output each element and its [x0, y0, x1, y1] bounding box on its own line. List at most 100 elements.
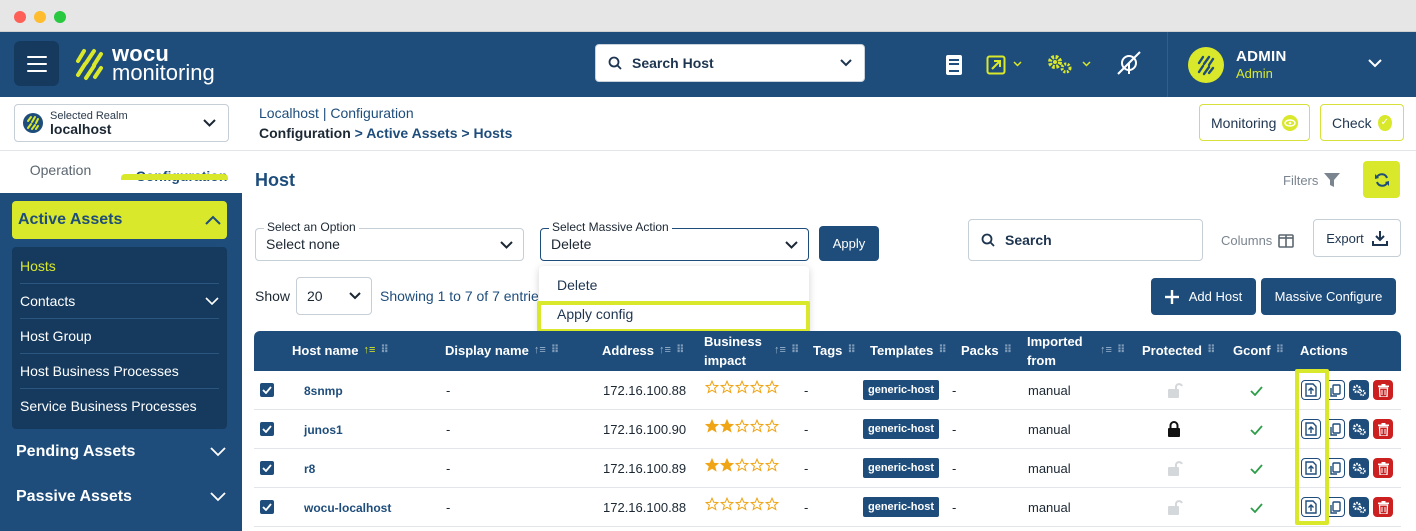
chevron-down-icon[interactable]	[1013, 61, 1022, 67]
template-badge[interactable]: generic-host	[863, 380, 940, 400]
menu-item-delete[interactable]: Delete	[557, 277, 597, 293]
user-menu[interactable]: ADMIN Admin	[1167, 32, 1416, 97]
sidebar-section-active-assets[interactable]: Active Assets	[12, 201, 227, 239]
realm-selector[interactable]: Selected Realm localhost	[14, 104, 229, 142]
sidebar-item-service-business-processes[interactable]: Service Business Processes	[20, 388, 219, 423]
drag-handle-icon[interactable]: ⠿	[1004, 341, 1013, 360]
check-button[interactable]: Check ✓	[1320, 104, 1404, 141]
tab-configuration[interactable]: Configuration	[121, 160, 242, 184]
book-icon[interactable]	[945, 54, 963, 76]
unlock-icon[interactable]	[1167, 460, 1183, 476]
row-checkbox[interactable]	[260, 461, 274, 475]
search-input[interactable]: Search	[968, 219, 1203, 261]
column-address[interactable]: Address ↑≡ ⠿	[602, 341, 684, 360]
no-signal-icon[interactable]	[1115, 49, 1143, 77]
configure-action-button[interactable]	[1349, 458, 1369, 478]
select-option-dropdown[interactable]: Select an Option Select none	[255, 220, 524, 261]
column-packs[interactable]: Packs ⠿	[961, 341, 1013, 360]
columns-button[interactable]: Columns	[1221, 233, 1295, 248]
template-badge[interactable]: generic-host	[863, 497, 940, 517]
configure-action-button[interactable]	[1349, 380, 1369, 400]
column-business-impact[interactable]: Business impact	[704, 332, 764, 370]
chevron-down-icon[interactable]	[1082, 61, 1091, 67]
drag-handle-icon[interactable]: ⠿	[847, 341, 856, 360]
column-gconf[interactable]: Gconf ⠿	[1233, 341, 1285, 360]
table-row[interactable]: junos1 - 172.16.100.90 - generic-host - …	[254, 410, 1401, 449]
column-display-name[interactable]: Display name ↑≡ ⠿	[445, 341, 560, 360]
menu-toggle-button[interactable]	[14, 41, 59, 86]
search-host-select[interactable]: Search Host	[595, 44, 865, 82]
drag-handle-icon[interactable]: ⠿	[791, 341, 800, 360]
gears-icon[interactable]	[1046, 53, 1074, 75]
configure-action-button[interactable]	[1349, 497, 1369, 517]
template-badge[interactable]: generic-host	[863, 419, 940, 439]
realm-icon	[23, 113, 43, 133]
breadcrumb-context[interactable]: Localhost | Configuration	[259, 105, 414, 121]
star-icon	[735, 497, 749, 511]
close-window-button[interactable]	[14, 11, 26, 23]
drag-handle-icon[interactable]: ⠿	[938, 341, 947, 360]
export-button[interactable]: Export	[1313, 219, 1401, 257]
filters-button[interactable]: Filters	[1283, 173, 1341, 188]
sidebar-item-contacts[interactable]: Contacts	[20, 284, 219, 319]
monitoring-button[interactable]: Monitoring	[1199, 104, 1311, 141]
delete-action-button[interactable]	[1373, 380, 1393, 400]
table-row[interactable]: r8 - 172.16.100.89 - generic-host - manu…	[254, 449, 1401, 488]
host-name-link[interactable]: 8snmp	[304, 384, 343, 398]
sort-icon[interactable]: ↑≡	[774, 341, 786, 360]
unlock-icon[interactable]	[1167, 499, 1183, 515]
massive-configure-button[interactable]: Massive Configure	[1261, 278, 1396, 315]
drag-handle-icon[interactable]: ⠿	[1276, 341, 1285, 360]
column-imported-from[interactable]: Imported from	[1027, 332, 1092, 370]
lock-icon[interactable]	[1167, 421, 1181, 437]
host-name-link[interactable]: wocu-localhost	[304, 501, 391, 515]
delete-action-button[interactable]	[1373, 458, 1393, 478]
drag-handle-icon[interactable]: ⠿	[1117, 341, 1126, 360]
drag-handle-icon[interactable]: ⠿	[676, 341, 685, 360]
column-tags[interactable]: Tags ⠿	[813, 341, 856, 360]
configure-action-button[interactable]	[1349, 419, 1369, 439]
sidebar-item-host-business-processes[interactable]: Host Business Processes	[20, 354, 219, 389]
breadcrumb-trail[interactable]: > Active Assets > Hosts	[351, 125, 513, 141]
page-size-select[interactable]: 20	[296, 277, 372, 315]
refresh-button[interactable]	[1363, 161, 1400, 198]
imported-from-cell: manual	[1028, 383, 1071, 398]
table-row[interactable]: wocu-localhost - 172.16.100.88 - generic…	[254, 488, 1401, 527]
sidebar-item-hosts[interactable]: Hosts	[20, 249, 219, 284]
drag-handle-icon[interactable]: ⠿	[551, 341, 560, 360]
sort-icon[interactable]: ↑≡	[534, 341, 546, 360]
template-badge[interactable]: generic-host	[863, 458, 940, 478]
row-checkbox[interactable]	[260, 422, 274, 436]
sort-icon[interactable]: ↑≡	[1100, 341, 1112, 360]
column-host-name[interactable]: Host name ↑≡ ⠿	[292, 341, 389, 360]
column-protected[interactable]: Protected ⠿	[1142, 341, 1216, 360]
sidebar-section-passive-assets[interactable]: Passive Assets	[16, 488, 226, 506]
delete-action-button[interactable]	[1373, 497, 1393, 517]
sort-icon[interactable]: ↑≡	[659, 341, 671, 360]
apply-button[interactable]: Apply	[819, 226, 879, 261]
app-logo[interactable]: wocu monitoring	[74, 43, 215, 84]
row-checkbox[interactable]	[260, 500, 274, 514]
breadcrumb-root[interactable]: Configuration	[259, 125, 351, 141]
massive-action-dropdown[interactable]: Select Massive Action Delete	[540, 220, 809, 261]
chevron-down-icon[interactable]	[1368, 59, 1382, 68]
minimize-window-button[interactable]	[34, 11, 46, 23]
host-name-link[interactable]: r8	[304, 462, 315, 476]
sort-icon[interactable]: ↑≡	[363, 341, 375, 360]
column-impact-sort[interactable]: ↑≡ ⠿	[774, 341, 799, 360]
tab-operation[interactable]: Operation	[0, 151, 121, 193]
host-name-link[interactable]: junos1	[304, 423, 343, 437]
row-checkbox[interactable]	[260, 383, 274, 397]
column-imported-sort[interactable]: ↑≡ ⠿	[1100, 341, 1125, 360]
add-host-button[interactable]: Add Host	[1151, 278, 1256, 315]
maximize-window-button[interactable]	[54, 11, 66, 23]
table-row[interactable]: 8snmp - 172.16.100.88 - generic-host - m…	[254, 371, 1401, 410]
drag-handle-icon[interactable]: ⠿	[380, 341, 389, 360]
unlock-icon[interactable]	[1167, 382, 1183, 398]
sidebar-item-host-group[interactable]: Host Group	[20, 319, 219, 354]
column-templates[interactable]: Templates ⠿	[870, 341, 947, 360]
drag-handle-icon[interactable]: ⠿	[1207, 341, 1216, 360]
sidebar-section-pending-assets[interactable]: Pending Assets	[16, 443, 226, 461]
external-link-icon[interactable]	[986, 55, 1006, 75]
delete-action-button[interactable]	[1373, 419, 1393, 439]
